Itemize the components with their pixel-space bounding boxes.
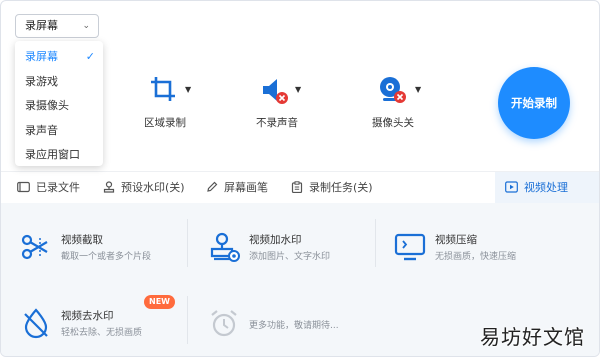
- tool-video-compress[interactable]: 视频压缩 无损画质，快速压缩: [383, 218, 563, 276]
- start-record-button[interactable]: 开始录制: [498, 67, 570, 139]
- screen-brush-label: 屏幕画笔: [224, 181, 268, 194]
- tool-more-coming: 更多功能，敬请期待...: [197, 294, 377, 352]
- dropdown-item-audio[interactable]: 录声音: [15, 119, 103, 144]
- record-mode-select[interactable]: 录屏幕 ⌄: [15, 14, 99, 38]
- dropdown-item-label: 录声音: [25, 123, 58, 137]
- tool-title: 视频加水印: [249, 234, 302, 246]
- caret-down-icon[interactable]: ▼: [185, 85, 191, 94]
- dropdown-item-label: 录摄像头: [25, 99, 69, 112]
- sound-label: 不录声音: [256, 117, 298, 129]
- speaker-muted-icon: [263, 79, 288, 104]
- tab-video-tools-label: 视频处理: [524, 181, 568, 194]
- crop-icon: [151, 77, 175, 101]
- caret-down-icon[interactable]: ▼: [415, 85, 421, 94]
- sound-toggle-button[interactable]: ▼ 不录声音: [237, 71, 317, 130]
- region-record-label: 区域录制: [144, 117, 186, 129]
- dropdown-item-camera[interactable]: 录摄像头: [15, 94, 103, 119]
- toolbar: 已录文件 预设水印(关) 屏幕画笔 录制任务(关) 视频处理: [1, 171, 599, 204]
- tool-title: 视频压缩: [435, 234, 477, 246]
- new-badge: NEW: [144, 295, 175, 309]
- check-icon: ✓: [85, 50, 95, 63]
- preset-watermark-button[interactable]: 预设水印(关): [103, 172, 185, 204]
- tool-subtitle: 截取一个或者多个片段: [61, 252, 152, 262]
- camera-label: 摄像头关: [372, 117, 414, 129]
- screen-brush-button[interactable]: 屏幕画笔: [206, 172, 268, 204]
- dropdown-item-label: 录屏幕: [25, 50, 58, 63]
- preset-watermark-label: 预设水印(关): [121, 181, 185, 194]
- compress-icon: [394, 233, 426, 261]
- app-window: 录屏幕 ⌄ ▼ 区域录制 ▼ 不录声音 ▼ 摄像头关 开始录制 已录文件 预设水…: [0, 0, 600, 357]
- video-file-icon: [17, 181, 30, 193]
- video-play-icon: [505, 181, 518, 193]
- caret-down-icon[interactable]: ▼: [295, 85, 301, 94]
- region-record-button[interactable]: ▼ 区域录制: [125, 71, 205, 130]
- dropdown-item-app-window[interactable]: 录应用窗口: [15, 143, 103, 168]
- recorded-files-label: 已录文件: [36, 181, 80, 194]
- tool-subtitle: 轻松去除、无损画质: [61, 328, 143, 338]
- stamp-icon: [103, 181, 115, 193]
- camera-toggle-button[interactable]: ▼ 摄像头关: [353, 71, 433, 130]
- tool-subtitle: 无损画质，快速压缩: [435, 252, 517, 262]
- erase-watermark-icon: [24, 308, 48, 339]
- record-task-button[interactable]: 录制任务(关): [291, 172, 373, 204]
- dropdown-item-label: 录应用窗口: [25, 148, 80, 161]
- tool-video-trim[interactable]: 视频截取 截取一个或者多个片段: [9, 218, 189, 276]
- tool-title: 视频去水印: [61, 310, 114, 322]
- tool-subtitle: 添加图片、文字水印: [249, 252, 331, 262]
- site-watermark: 易坊好文馆: [480, 325, 585, 349]
- tool-add-watermark[interactable]: 视频加水印 添加图片、文字水印: [197, 218, 377, 276]
- dropdown-item-game[interactable]: 录游戏: [15, 70, 103, 95]
- alarm-clock-icon: [211, 310, 237, 337]
- recorded-files-button[interactable]: 已录文件: [17, 172, 80, 204]
- record-mode-value: 录屏幕: [25, 19, 58, 32]
- record-mode-dropdown: 录屏幕 ✓ 录游戏 录摄像头 录声音 录应用窗口: [15, 41, 103, 166]
- clipboard-icon: [291, 181, 303, 194]
- pen-icon: [207, 181, 218, 192]
- chevron-down-icon: ⌄: [82, 21, 90, 31]
- dropdown-item-screen[interactable]: 录屏幕 ✓: [15, 45, 103, 70]
- tool-subtitle: 更多功能，敬请期待...: [249, 321, 339, 331]
- record-task-label: 录制任务(关): [309, 181, 373, 194]
- tool-title: 视频截取: [61, 234, 103, 246]
- dropdown-item-label: 录游戏: [25, 74, 58, 88]
- stamp-icon: [210, 232, 240, 262]
- tab-video-tools[interactable]: 视频处理: [495, 172, 599, 204]
- scissors-icon: [21, 234, 48, 260]
- webcam-off-icon: [380, 77, 406, 103]
